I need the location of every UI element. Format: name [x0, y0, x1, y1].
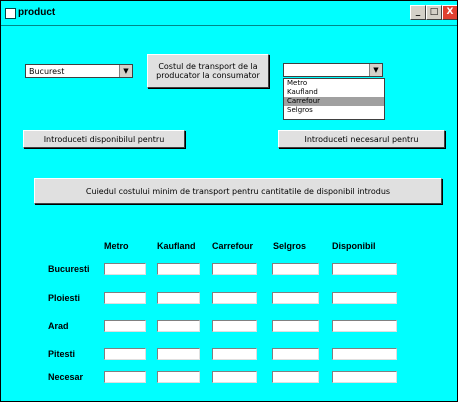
available-input[interactable] [332, 348, 397, 360]
transport-cost-button[interactable]: Costul de transport de la producator la … [147, 54, 269, 88]
transport-cost-label: Costul de transport de la producator la … [156, 62, 260, 80]
cost-input[interactable] [104, 263, 146, 275]
cost-input[interactable] [157, 320, 200, 332]
chevron-down-icon[interactable]: ▼ [369, 64, 382, 76]
cost-input[interactable] [104, 348, 146, 360]
cost-input[interactable] [272, 263, 319, 275]
destination-dropdown-list: Metro Kaufland Carrefour Selgros [283, 78, 385, 120]
compute-min-cost-button[interactable]: Cuiedul costului minim de transport pent… [34, 178, 442, 204]
dropdown-option[interactable]: Metro [284, 79, 384, 88]
cost-input[interactable] [272, 292, 319, 304]
minimize-button[interactable]: _ [410, 5, 426, 20]
chevron-down-icon[interactable]: ▼ [119, 65, 132, 77]
close-button[interactable]: X [442, 5, 457, 20]
enter-required-button[interactable]: Introduceti necesarul pentru [278, 130, 445, 148]
window-title: product [18, 7, 56, 18]
column-header: Disponibil [332, 241, 376, 251]
row-label: Arad [48, 321, 69, 331]
enter-available-label: Introduceti disponibilul pentru [43, 134, 165, 144]
maximize-button[interactable]: □ [426, 5, 442, 20]
cost-input[interactable] [104, 320, 146, 332]
cost-input[interactable] [272, 320, 319, 332]
row-label: Ploiesti [48, 293, 81, 303]
cost-input[interactable] [157, 292, 200, 304]
dropdown-option[interactable]: Kaufland [284, 88, 384, 97]
required-total-input[interactable] [332, 371, 397, 383]
dropdown-option-selected[interactable]: Carrefour [284, 97, 384, 106]
cost-input[interactable] [212, 292, 257, 304]
available-input[interactable] [332, 320, 397, 332]
required-input[interactable] [272, 371, 319, 383]
enter-required-label: Introduceti necesarul pentru [304, 134, 419, 144]
available-input[interactable] [332, 292, 397, 304]
available-input[interactable] [332, 263, 397, 275]
enter-available-button[interactable]: Introduceti disponibilul pentru [23, 130, 185, 148]
row-label: Bucuresti [48, 264, 90, 274]
cost-input[interactable] [212, 348, 257, 360]
column-header: Metro [104, 241, 129, 251]
cost-input[interactable] [212, 320, 257, 332]
source-city-select[interactable]: Bucurest ▼ [25, 64, 133, 78]
cost-input[interactable] [212, 263, 257, 275]
required-input[interactable] [104, 371, 146, 383]
cost-input[interactable] [157, 263, 200, 275]
cost-input[interactable] [104, 292, 146, 304]
app-icon [5, 8, 16, 19]
row-label: Pitesti [48, 349, 76, 359]
destination-select[interactable]: ▼ [283, 63, 383, 77]
row-label: Necesar [48, 372, 84, 382]
source-city-value: Bucurest [29, 67, 65, 76]
required-input[interactable] [212, 371, 257, 383]
dropdown-option[interactable]: Selgros [284, 106, 384, 115]
required-input[interactable] [157, 371, 200, 383]
column-header: Selgros [273, 241, 307, 251]
title-bar[interactable]: product _ □ X [1, 1, 457, 26]
cost-input[interactable] [272, 348, 319, 360]
column-header: Carrefour [212, 241, 254, 251]
application-window: product _ □ X Bucurest ▼ Costul de trans… [0, 0, 458, 402]
column-header: Kaufland [157, 241, 196, 251]
compute-min-cost-label: Cuiedul costului minim de transport pent… [85, 186, 391, 196]
cost-input[interactable] [157, 348, 200, 360]
